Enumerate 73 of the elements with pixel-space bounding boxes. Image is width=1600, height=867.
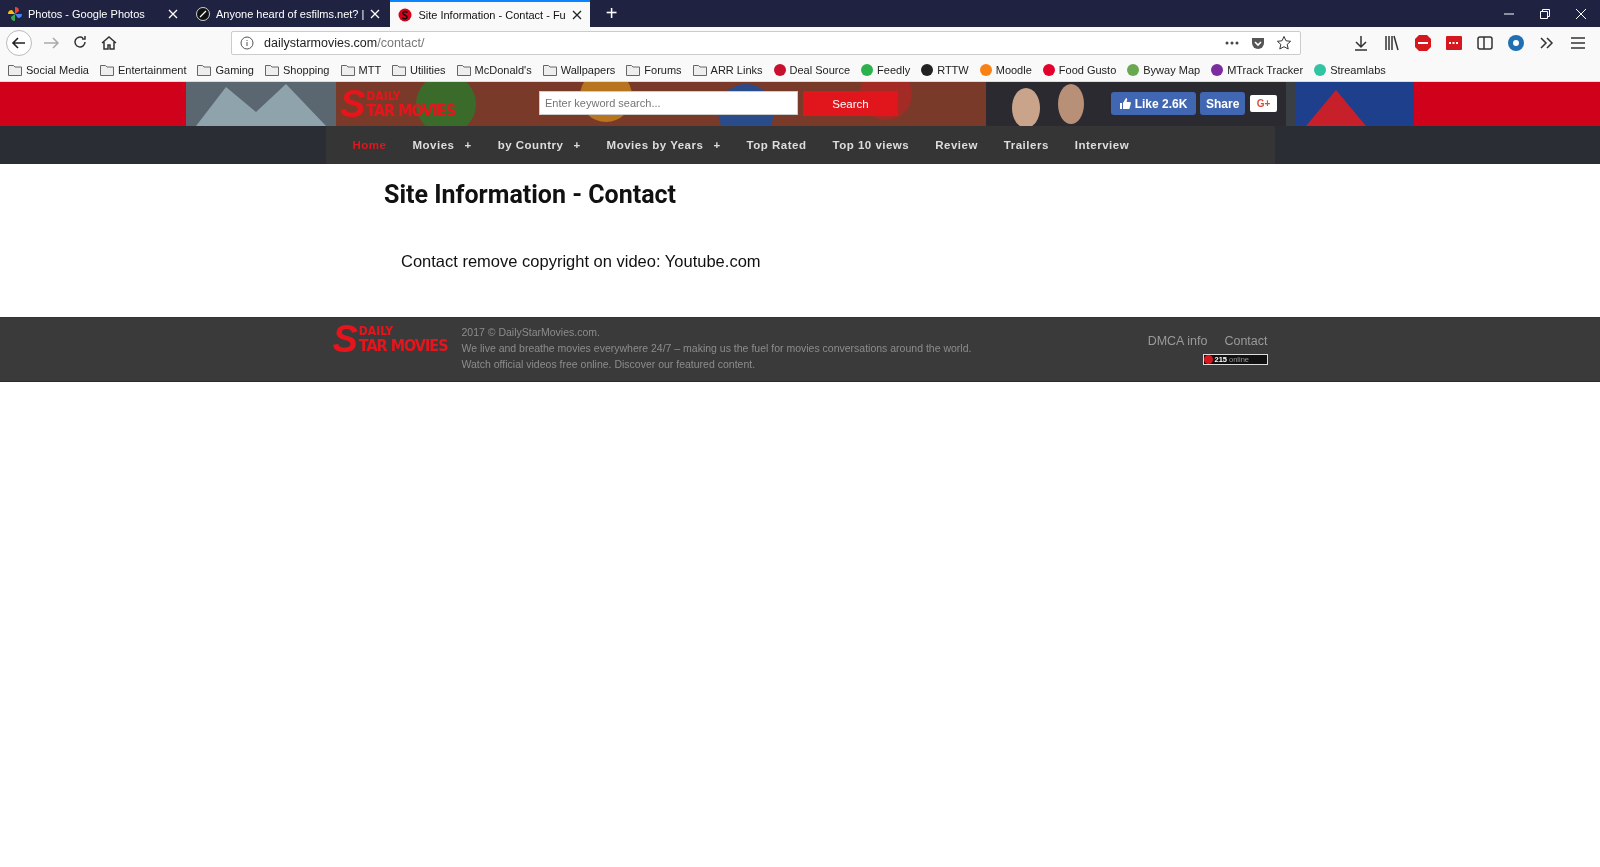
folder-icon bbox=[265, 63, 279, 76]
footer-text: We live and breathe movies everywhere 24/7 – making us the fuel for movies conversations around the world. bbox=[461, 342, 972, 354]
folder-icon bbox=[456, 63, 471, 76]
folder-icon bbox=[692, 63, 707, 76]
logo-text: TAR MOVIES bbox=[358, 336, 448, 354]
back-button[interactable] bbox=[6, 29, 32, 56]
bookmark-item[interactable]: RTTW bbox=[921, 63, 969, 76]
bookmark-item[interactable]: Byway Map bbox=[1127, 63, 1201, 76]
bookmark-item[interactable]: MTrack Tracker bbox=[1211, 63, 1304, 76]
nav-item[interactable]: Movies + bbox=[399, 139, 485, 151]
google-plus-button[interactable]: G+ bbox=[1250, 95, 1277, 112]
body-text: Contact remove copyright on video: Youtube.com bbox=[401, 252, 762, 271]
bookmark-item[interactable]: Gaming bbox=[197, 63, 254, 76]
bookmark-item[interactable]: Moodle bbox=[979, 63, 1032, 76]
close-icon[interactable] bbox=[571, 9, 582, 20]
bookmark-item[interactable]: MTT bbox=[340, 63, 382, 76]
bookmark-item[interactable]: Food Gusto bbox=[1042, 63, 1117, 76]
stop-sign-icon[interactable] bbox=[1413, 32, 1433, 53]
search-button[interactable]: Search bbox=[803, 91, 898, 116]
nav-item[interactable]: by Country + bbox=[484, 139, 594, 151]
browser-tab[interactable]: Photos - Google Photos bbox=[0, 0, 186, 27]
thumbs-up-icon bbox=[1119, 98, 1131, 109]
bookmark-item[interactable]: McDonald's bbox=[456, 63, 532, 76]
logo-letter: S bbox=[332, 320, 358, 358]
search-field[interactable]: Enter keyword search... bbox=[539, 91, 798, 115]
footer-text: 2017 © DailyStarMovies.com. bbox=[461, 326, 601, 338]
browser-tab[interactable]: Anyone heard of esfilms.net? | bbox=[188, 0, 389, 27]
new-tab-button[interactable]: + bbox=[599, 0, 624, 27]
restore-icon[interactable] bbox=[1540, 8, 1550, 19]
bookmark-item[interactable]: Feedly bbox=[861, 63, 911, 76]
logo-letter: S bbox=[340, 85, 366, 123]
bookmark-item[interactable]: Forums bbox=[626, 63, 682, 76]
folder-icon bbox=[340, 63, 355, 76]
star-icon[interactable] bbox=[1276, 34, 1292, 51]
footer-link[interactable]: Contact bbox=[1224, 334, 1268, 348]
logo-text: DAILY bbox=[358, 324, 395, 337]
logo-text: DAILY bbox=[366, 89, 402, 102]
folder-icon bbox=[197, 63, 212, 76]
disc-icon bbox=[196, 6, 210, 21]
folder-icon bbox=[392, 63, 407, 76]
bookmark-item[interactable]: Deal Source bbox=[773, 63, 851, 76]
pinwheel-icon bbox=[8, 6, 22, 21]
folder-icon bbox=[100, 63, 114, 76]
nav-item[interactable]: Top Rated bbox=[733, 139, 820, 151]
bookmark-item[interactable]: Streamlabs bbox=[1314, 63, 1386, 76]
folder-icon bbox=[626, 63, 641, 76]
nav-item[interactable]: Review bbox=[922, 139, 991, 151]
share-button[interactable]: Share bbox=[1200, 92, 1245, 115]
like-button[interactable]: Like 2.6K bbox=[1111, 92, 1196, 115]
bookmark-item[interactable]: Utilities bbox=[392, 63, 446, 76]
info-icon[interactable] bbox=[240, 35, 254, 50]
folder-icon bbox=[542, 63, 557, 76]
bookmark-item[interactable]: Shopping bbox=[265, 63, 330, 76]
browser-tab[interactable]: Site Information - Contact - Fu bbox=[390, 0, 590, 27]
bookmark-item[interactable]: ARR Links bbox=[692, 63, 763, 76]
counter-icon bbox=[1203, 355, 1213, 364]
bookmark-item[interactable]: Social Media bbox=[8, 63, 89, 76]
nav-item[interactable]: Top 10 views bbox=[819, 139, 923, 151]
footer-link[interactable]: DMCA info bbox=[1147, 334, 1208, 348]
address-bar[interactable]: dailystarmovies.com/contact/ bbox=[231, 30, 1301, 55]
nav-item[interactable]: Interview bbox=[1061, 139, 1143, 151]
logo-icon bbox=[398, 7, 413, 22]
more-icon[interactable] bbox=[1224, 39, 1240, 46]
extension-icon[interactable] bbox=[1506, 32, 1526, 53]
logo-text: TAR MOVIES bbox=[366, 101, 455, 119]
bookmark-item[interactable]: Wallpapers bbox=[542, 63, 616, 76]
back-arrow-icon bbox=[11, 34, 27, 51]
nav-item[interactable]: Movies by Years + bbox=[593, 139, 734, 151]
page-title: Site Information - Contact bbox=[384, 180, 678, 209]
nav-item[interactable]: Trailers bbox=[990, 139, 1062, 151]
footer-text: Watch official videos free online. Discover our featured content. bbox=[461, 358, 757, 370]
bookmark-item[interactable]: Entertainment bbox=[100, 63, 187, 76]
folder-icon bbox=[8, 63, 22, 76]
